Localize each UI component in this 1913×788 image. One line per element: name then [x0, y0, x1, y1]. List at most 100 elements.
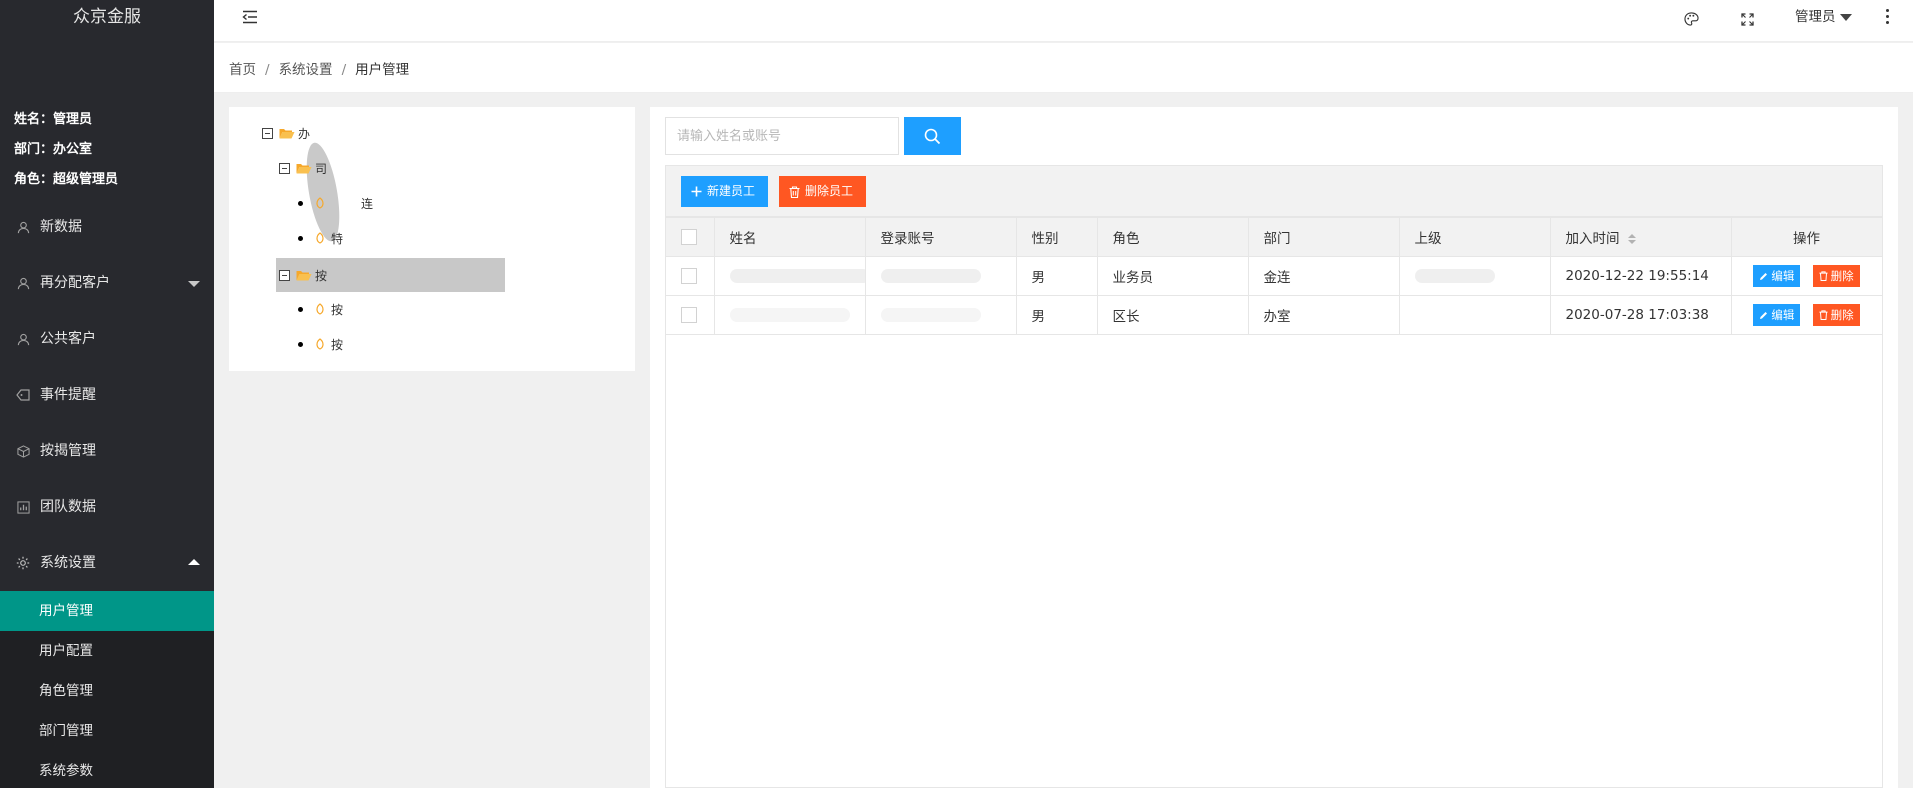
collapse-icon[interactable]	[279, 162, 290, 174]
sidebar-menu: 新数据 再分配客户 公共客户 事件提醒 按揭管理 团队数据 系统设置 用户管理 …	[0, 199, 214, 788]
sidebar-item-settings[interactable]: 系统设置	[0, 535, 214, 591]
cell-name	[713, 295, 866, 335]
menu-collapse-icon[interactable]	[242, 10, 258, 26]
sidebar-item-mortgage[interactable]: 按揭管理	[0, 423, 214, 479]
row-select-cell	[666, 295, 715, 335]
select-all-cell	[666, 217, 715, 257]
top-header: 管理员	[214, 0, 1913, 42]
row-checkbox[interactable]	[681, 268, 697, 284]
user-icon	[14, 274, 32, 292]
row-select-cell	[666, 256, 715, 296]
collapse-icon[interactable]	[279, 269, 290, 281]
sidebar-item-system-params[interactable]: 系统参数	[0, 751, 214, 788]
tree-node-label: 办	[298, 126, 311, 141]
collapse-icon[interactable]	[262, 127, 273, 139]
edit-button[interactable]: 编辑	[1753, 304, 1801, 327]
add-employee-button[interactable]: 新建员工	[681, 176, 768, 207]
sidebar-item-label: 再分配客户	[40, 275, 110, 291]
cell-leader	[1398, 256, 1551, 296]
user-dept: 部门：办公室	[14, 142, 93, 157]
admin-label: 管理员	[1795, 9, 1836, 25]
col-header-account: 登录账号	[864, 217, 1017, 257]
chart-icon	[14, 498, 32, 516]
leaf-icon	[316, 338, 324, 350]
cell-dept: 金连	[1247, 256, 1400, 296]
tree-node-office[interactable]: 办	[262, 122, 310, 144]
app-brand: 众京金服	[73, 7, 141, 27]
cell-actions: 编辑 删除	[1730, 295, 1883, 335]
breadcrumb-home[interactable]: 首页	[229, 62, 256, 78]
delete-employee-label: 删除员工	[805, 184, 854, 198]
folder-open-icon	[296, 270, 312, 280]
edit-button[interactable]: 编辑	[1753, 265, 1801, 288]
cell-leader	[1398, 295, 1551, 335]
cube-icon	[14, 442, 32, 460]
col-header-leader: 上级	[1398, 217, 1551, 257]
delete-button[interactable]: 删除	[1812, 303, 1860, 326]
cell-role: 区长	[1096, 295, 1249, 335]
bullet-icon	[298, 235, 303, 241]
plus-icon	[691, 186, 702, 197]
cell-name	[713, 256, 866, 296]
cell-joined: 2020-12-22 19:55:14	[1549, 256, 1732, 296]
sidebar-item-team-data[interactable]: 团队数据	[0, 479, 214, 535]
gear-icon	[14, 554, 32, 572]
table-row: 男 区长 办室 2020-07-28 17:03:38 编辑 删除	[666, 295, 1883, 335]
tree-node-leaf[interactable]: 按	[298, 333, 343, 355]
col-header-joined-label: 加入时间	[1565, 231, 1620, 247]
sidebar-item-reassign[interactable]: 再分配客户	[0, 255, 214, 311]
redacted-name	[729, 308, 850, 322]
cell-gender: 男	[1015, 295, 1098, 335]
user-icon	[14, 330, 32, 348]
search-button[interactable]	[904, 117, 961, 155]
sidebar-item-user-config[interactable]: 用户配置	[0, 631, 214, 671]
trash-icon	[789, 185, 800, 198]
department-tree: 办 司 连 特 按 按 按	[229, 107, 635, 371]
chevron-up-icon	[188, 559, 200, 565]
cell-role: 业务员	[1096, 256, 1249, 296]
tree-node-leaf[interactable]: 特	[298, 227, 343, 249]
fullscreen-icon[interactable]	[1738, 10, 1756, 28]
redacted-account	[880, 269, 981, 283]
admin-dropdown[interactable]: 管理员	[1795, 0, 1852, 36]
sidebar-item-role-management[interactable]: 角色管理	[0, 671, 214, 711]
delete-button[interactable]: 删除	[1812, 264, 1860, 287]
col-header-gender: 性别	[1015, 217, 1098, 257]
edit-label: 编辑	[1771, 308, 1795, 323]
leaf-icon	[316, 232, 324, 244]
tree-node-label: 特	[331, 231, 344, 246]
palette-icon[interactable]	[1682, 10, 1700, 28]
user-info: 姓名：管理员 部门：办公室 角色：超级管理员	[0, 109, 214, 199]
redacted-name	[729, 269, 864, 283]
col-header-joined[interactable]: 加入时间	[1549, 217, 1732, 257]
sidebar-item-new-data[interactable]: 新数据	[0, 199, 214, 255]
breadcrumb-section[interactable]: 系统设置	[279, 62, 333, 78]
sidebar-item-label: 系统设置	[40, 555, 96, 571]
cell-joined: 2020-07-28 17:03:38	[1549, 295, 1732, 335]
caret-down-icon	[1839, 13, 1852, 21]
sidebar: 众京金服 姓名：管理员 部门：办公室 角色：超级管理员 新数据 再分配客户 公共…	[0, 0, 214, 788]
user-list-panel: 新建员工 删除员工 姓名 登录账号 性别 角色 部门 上级 加	[650, 107, 1898, 788]
tree-node-leaf[interactable]: 按	[298, 298, 343, 320]
sidebar-item-dept-management[interactable]: 部门管理	[0, 711, 214, 751]
more-vertical-icon[interactable]	[1886, 9, 1890, 25]
select-all-checkbox[interactable]	[681, 229, 697, 245]
search-input[interactable]	[665, 117, 899, 155]
sidebar-item-public-clients[interactable]: 公共客户	[0, 311, 214, 367]
sidebar-item-reminders[interactable]: 事件提醒	[0, 367, 214, 423]
tree-node-company[interactable]: 司	[279, 157, 327, 179]
col-header-dept: 部门	[1247, 217, 1400, 257]
table-row: 男 业务员 金连 2020-12-22 19:55:14 编辑 删除	[666, 256, 1883, 296]
tree-node-mortgage[interactable]: 按	[279, 264, 327, 286]
col-header-actions: 操作	[1730, 217, 1883, 257]
user-table-container: 新建员工 删除员工 姓名 登录账号 性别 角色 部门 上级 加入时间 操作 男 …	[665, 165, 1883, 788]
sidebar-item-user-management[interactable]: 用户管理	[0, 591, 214, 631]
tree-node-leaf[interactable]: 连	[298, 192, 373, 214]
leaf-icon	[316, 303, 324, 315]
cell-actions: 编辑 删除	[1730, 256, 1883, 296]
delete-employee-button[interactable]: 删除员工	[779, 176, 866, 207]
row-checkbox[interactable]	[681, 307, 697, 323]
sort-icon[interactable]	[1627, 234, 1636, 244]
leaf-icon	[316, 197, 324, 209]
sidebar-item-label: 新数据	[40, 219, 82, 235]
